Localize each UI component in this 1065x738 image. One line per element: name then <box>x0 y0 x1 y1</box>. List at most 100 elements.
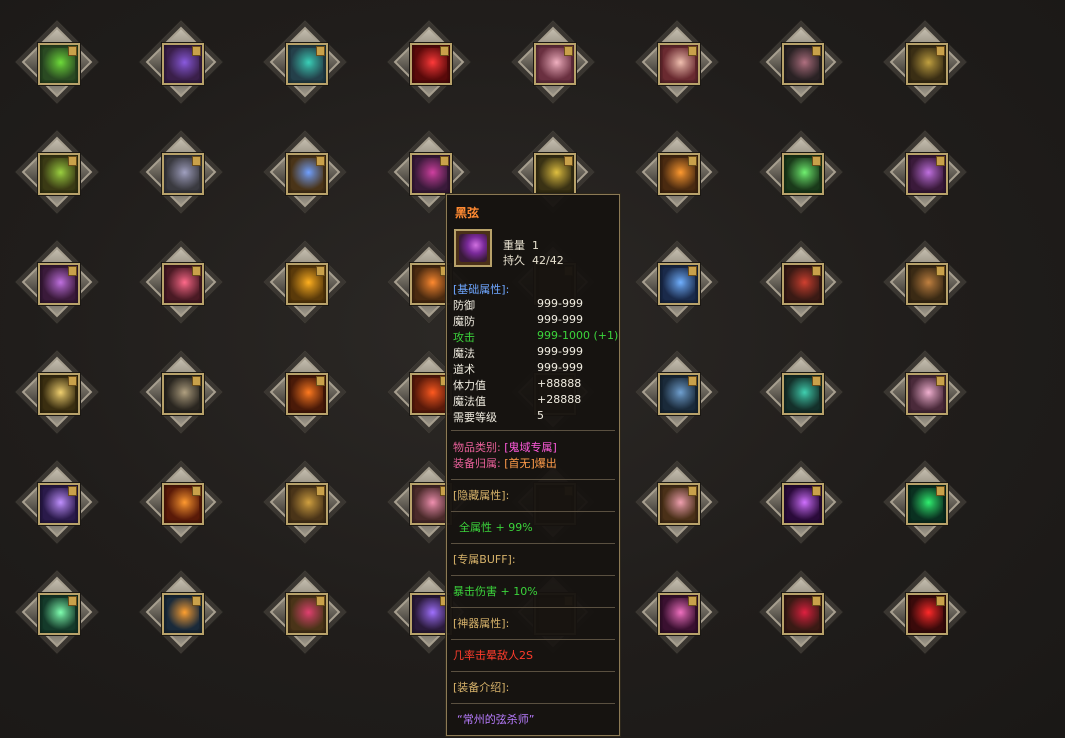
rarity-tag-icon <box>936 376 945 386</box>
rarity-tag-icon <box>936 266 945 276</box>
item-slot[interactable] <box>262 569 348 655</box>
item-slot[interactable] <box>758 239 844 325</box>
weight-value: 1 <box>532 239 539 252</box>
rarity-tag-icon <box>192 266 201 276</box>
divider <box>451 703 615 704</box>
rarity-tag-icon <box>936 596 945 606</box>
item-slot[interactable] <box>634 459 720 545</box>
item-slot[interactable] <box>14 239 100 325</box>
item-icon <box>38 373 80 415</box>
item-slot[interactable] <box>634 239 720 325</box>
hidden-attributes-header: [隐藏属性]: <box>453 489 510 502</box>
item-slot[interactable] <box>758 129 844 215</box>
rarity-tag-icon <box>68 376 77 386</box>
item-icon <box>658 263 700 305</box>
item-icon <box>38 593 80 635</box>
item-icon <box>534 43 576 85</box>
stat-value: 999-999 <box>537 345 583 358</box>
buff-header: [专属BUFF]: <box>453 553 516 566</box>
item-slot[interactable] <box>510 19 596 105</box>
item-icon <box>286 263 328 305</box>
item-slot[interactable] <box>882 129 968 215</box>
item-slot[interactable] <box>882 239 968 325</box>
item-slot[interactable] <box>138 19 224 105</box>
item-slot[interactable] <box>138 349 224 435</box>
item-slot[interactable] <box>14 129 100 215</box>
artifact-header: [神器属性]: <box>453 617 510 630</box>
item-icon <box>162 373 204 415</box>
stat-label: 魔法值 <box>453 395 486 408</box>
item-slot[interactable] <box>14 459 100 545</box>
rarity-tag-icon <box>812 596 821 606</box>
item-icon <box>906 593 948 635</box>
item-slot[interactable] <box>14 349 100 435</box>
item-slot[interactable] <box>138 239 224 325</box>
item-icon <box>906 153 948 195</box>
rarity-tag-icon <box>688 376 697 386</box>
item-slot[interactable] <box>758 459 844 545</box>
item-icon <box>658 153 700 195</box>
item-slot[interactable] <box>262 129 348 215</box>
stat-label: 魔法 <box>453 347 475 360</box>
category-value: [鬼域专属] <box>504 441 557 454</box>
rarity-tag-icon <box>192 596 201 606</box>
rarity-tag-icon <box>440 156 449 166</box>
owner-label: 装备归属: <box>453 457 501 470</box>
item-slot[interactable] <box>882 459 968 545</box>
rarity-tag-icon <box>316 596 325 606</box>
stat-value: 999-999 <box>537 297 583 310</box>
item-icon <box>38 263 80 305</box>
item-slot[interactable] <box>138 129 224 215</box>
item-slot[interactable] <box>882 569 968 655</box>
rarity-tag-icon <box>192 376 201 386</box>
stat-label: 需要等级 <box>453 411 497 424</box>
rarity-tag-icon <box>936 156 945 166</box>
item-icon <box>534 153 576 195</box>
rarity-tag-icon <box>812 486 821 496</box>
item-icon <box>162 43 204 85</box>
item-slot[interactable] <box>634 19 720 105</box>
item-slot[interactable] <box>14 19 100 105</box>
stat-label: 道术 <box>453 363 475 376</box>
item-slot[interactable] <box>262 239 348 325</box>
item-icon <box>38 43 80 85</box>
item-icon <box>410 153 452 195</box>
rarity-tag-icon <box>68 156 77 166</box>
bow-weapon-icon <box>454 229 492 267</box>
item-slot[interactable] <box>634 349 720 435</box>
stat-value: +28888 <box>537 393 582 406</box>
item-title: 黑弦 <box>455 206 480 220</box>
item-icon <box>782 153 824 195</box>
item-slot[interactable] <box>262 459 348 545</box>
item-icon <box>658 43 700 85</box>
item-slot[interactable] <box>634 129 720 215</box>
item-icon <box>906 263 948 305</box>
divider <box>451 430 615 431</box>
stat-label: 防御 <box>453 299 475 312</box>
divider <box>451 639 615 640</box>
item-icon <box>658 483 700 525</box>
item-icon <box>906 43 948 85</box>
intro-header: [装备介绍]: <box>453 681 510 694</box>
item-slot[interactable] <box>758 349 844 435</box>
item-slot[interactable] <box>138 459 224 545</box>
item-icon <box>906 483 948 525</box>
item-slot[interactable] <box>262 19 348 105</box>
item-slot[interactable] <box>882 19 968 105</box>
rarity-tag-icon <box>192 486 201 496</box>
item-slot[interactable] <box>882 349 968 435</box>
item-slot[interactable] <box>138 569 224 655</box>
rarity-tag-icon <box>440 46 449 56</box>
rarity-tag-icon <box>192 46 201 56</box>
rarity-tag-icon <box>316 46 325 56</box>
divider <box>451 511 615 512</box>
stat-value: 999-1000 (+1) <box>537 329 619 342</box>
item-slot[interactable] <box>386 19 472 105</box>
item-icon <box>162 593 204 635</box>
rarity-tag-icon <box>316 376 325 386</box>
item-slot[interactable] <box>758 19 844 105</box>
item-slot[interactable] <box>262 349 348 435</box>
item-slot[interactable] <box>14 569 100 655</box>
item-slot[interactable] <box>634 569 720 655</box>
item-slot[interactable] <box>758 569 844 655</box>
